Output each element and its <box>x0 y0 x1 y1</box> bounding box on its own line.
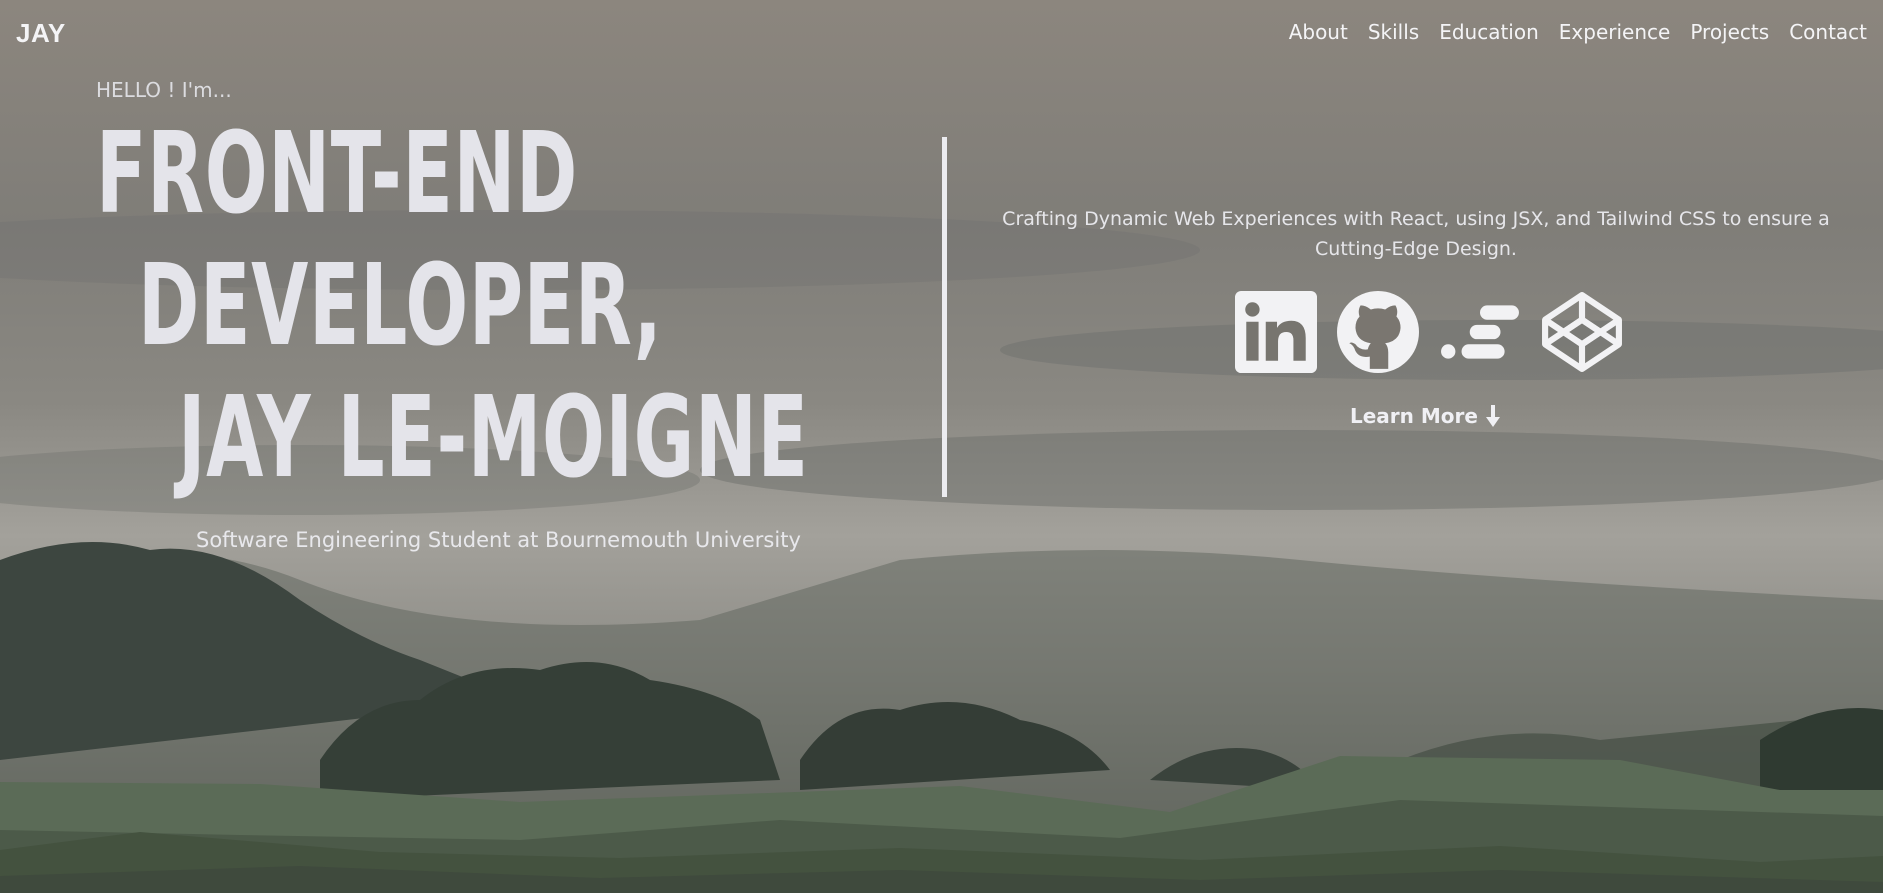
nav-link-experience[interactable]: Experience <box>1559 20 1671 44</box>
headline-line-1: FRONT-END <box>96 109 579 239</box>
learn-more-button[interactable]: Learn More <box>1350 404 1500 428</box>
devto-icon[interactable] <box>1439 291 1521 373</box>
hero-tagline: Crafting Dynamic Web Experiences with Re… <box>1002 208 1830 260</box>
nav-link-projects[interactable]: Projects <box>1690 20 1769 44</box>
github-icon[interactable] <box>1337 291 1419 373</box>
brand-logo[interactable]: JAY <box>16 18 66 49</box>
vertical-divider <box>942 137 947 497</box>
headline-line-2: DEVELOPER, <box>138 241 663 371</box>
nav-link-education[interactable]: Education <box>1439 20 1539 44</box>
codepen-icon[interactable] <box>1541 291 1623 373</box>
arrow-down-icon <box>1485 405 1500 427</box>
nav-link-contact[interactable]: Contact <box>1789 20 1867 44</box>
learn-more-label: Learn More <box>1350 404 1478 428</box>
hero-headline: FRONT-END DEVELOPER, JAY LE-MOIGNE <box>96 108 1134 504</box>
hero-subtitle: Software Engineering Student at Bournemo… <box>196 528 801 552</box>
main-nav: About Skills Education Experience Projec… <box>1289 20 1867 44</box>
nav-link-about[interactable]: About <box>1289 20 1348 44</box>
linkedin-icon[interactable] <box>1235 291 1317 373</box>
hero-greeting: HELLO ! I'm... <box>96 78 232 102</box>
social-links <box>1235 291 1623 373</box>
nav-link-skills[interactable]: Skills <box>1368 20 1419 44</box>
headline-line-3: JAY LE-MOIGNE <box>178 373 809 503</box>
